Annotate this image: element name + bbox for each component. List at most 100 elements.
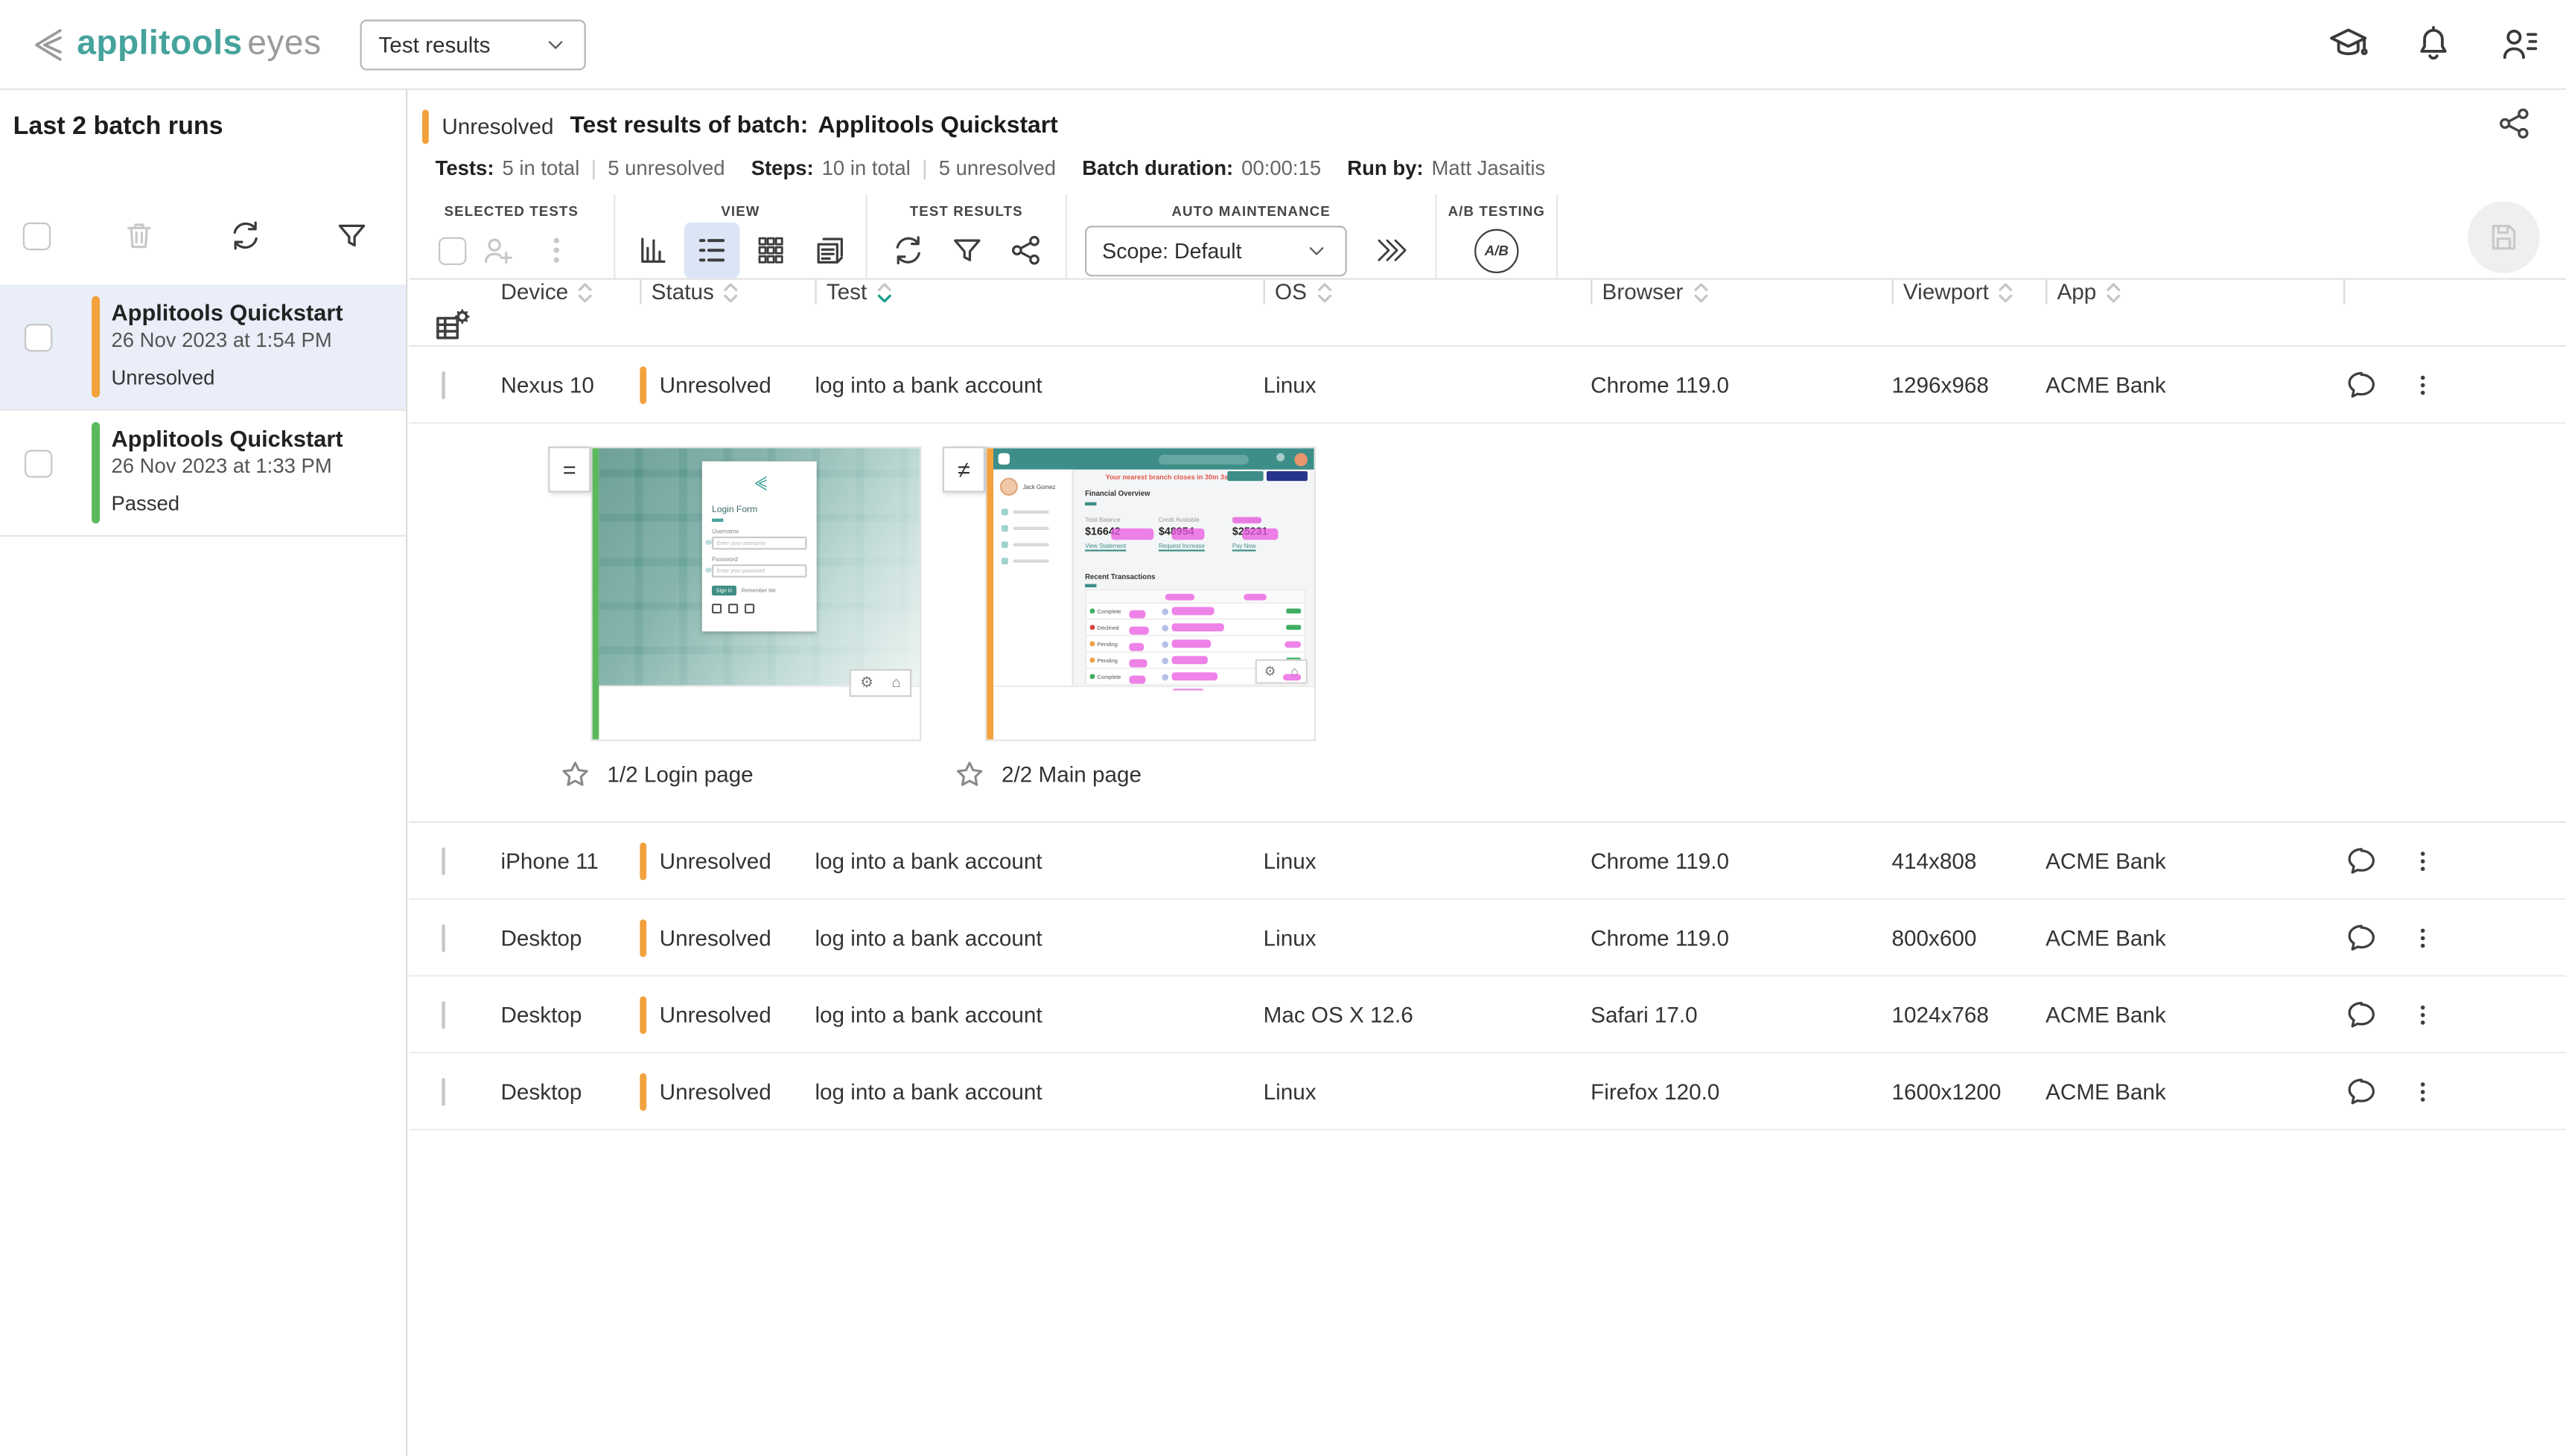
group-label: TEST RESULTS: [910, 203, 1023, 220]
cell-viewport: 1024x768: [1892, 1002, 2046, 1026]
sort-icon[interactable]: [724, 283, 739, 302]
batch-status-bar-unresolved: [92, 296, 100, 397]
column-header-browser[interactable]: Browser: [1591, 280, 1891, 305]
comment-icon[interactable]: [2343, 366, 2379, 402]
notifications-bell-icon[interactable]: [2412, 23, 2454, 66]
scope-dropdown[interactable]: Scope: Default: [1084, 225, 1346, 275]
mini-sidebar: Jack Gomez: [993, 470, 1074, 691]
filter-batches-icon[interactable]: [334, 217, 369, 253]
sort-icon-active[interactable]: [876, 283, 891, 302]
column-header-test[interactable]: Test: [815, 280, 1263, 305]
chart-view-button[interactable]: [624, 223, 680, 278]
table-row[interactable]: Desktop Unresolved log into a bank accou…: [409, 977, 2566, 1053]
mini-branch-warning: Your nearest branch closes in 30m 3s: [1088, 473, 1245, 481]
sort-icon[interactable]: [1317, 283, 1331, 302]
row-menu-kebab-icon[interactable]: [2409, 371, 2436, 398]
sort-icon[interactable]: [1693, 283, 1708, 302]
table-columns-settings-icon[interactable]: [432, 305, 471, 345]
comment-icon[interactable]: [2343, 996, 2379, 1032]
mini-make-payment-button: [1267, 471, 1308, 481]
sort-icon[interactable]: [578, 283, 593, 302]
row-menu-kebab-icon[interactable]: [2409, 846, 2436, 874]
cell-test: log into a bank account: [815, 1002, 1263, 1026]
star-icon[interactable]: [558, 758, 592, 792]
table-row[interactable]: iPhone 11 Unresolved log into a bank acc…: [409, 823, 2566, 899]
star-icon[interactable]: [952, 758, 987, 792]
toolbar-group-auto-maintenance: AUTO MAINTENANCE Scope: Default: [1067, 195, 1437, 278]
gear-icon: ⚙: [1264, 665, 1276, 678]
view-select-dropdown[interactable]: Test results: [360, 19, 586, 69]
apply-maintenance-button[interactable]: [1363, 223, 1419, 278]
toolbar-group-selected-tests: SELECTED TESTS: [409, 195, 615, 278]
grid-view-button[interactable]: [742, 223, 798, 278]
cell-app: ACME Bank: [2046, 1002, 2268, 1026]
table-row[interactable]: Desktop Unresolved log into a bank accou…: [409, 900, 2566, 977]
assign-user-button[interactable]: [470, 223, 526, 278]
select-all-tests-checkbox[interactable]: [439, 237, 466, 264]
sort-icon[interactable]: [2107, 283, 2121, 302]
batch-checkbox[interactable]: [25, 324, 52, 351]
row-checkbox[interactable]: [442, 846, 445, 874]
batch-status: Unresolved: [111, 366, 392, 389]
refresh-results-button[interactable]: [879, 223, 935, 278]
table-row[interactable]: Nexus 10 Unresolved log into a bank acco…: [409, 347, 2566, 424]
cell-os: Mac OS X 12.6: [1264, 1002, 1591, 1026]
column-header-device[interactable]: Device: [491, 280, 640, 305]
card-view-button[interactable]: [801, 223, 857, 278]
mini-avatar: [1294, 453, 1308, 466]
column-header-app[interactable]: App: [2046, 280, 2268, 305]
list-view-button[interactable]: [684, 223, 739, 278]
scope-value: Scope: Default: [1102, 238, 1241, 263]
column-header-status[interactable]: Status: [640, 280, 815, 305]
comment-icon[interactable]: [2343, 1073, 2379, 1109]
expanded-steps-panel: = Login Form Username Enter your usernam…: [409, 424, 2566, 823]
cell-os: Linux: [1264, 849, 1591, 873]
mini-main-page: Jack Gomez Your nearest branch closes in…: [993, 448, 1314, 690]
account-user-menu-icon[interactable]: [2497, 23, 2540, 66]
table-row[interactable]: Desktop Unresolved log into a bank accou…: [409, 1053, 2566, 1130]
more-actions-kebab-icon[interactable]: [529, 223, 585, 278]
step-screenshot-main[interactable]: Jack Gomez Your nearest branch closes in…: [985, 447, 1316, 741]
top-bar: applitools eyes Test results: [0, 0, 2566, 90]
cell-status: Unresolved: [640, 995, 815, 1033]
cell-device: Desktop: [491, 925, 640, 950]
batch-date: 26 Nov 2023 at 1:33 PM: [111, 455, 392, 478]
save-button-disabled[interactable]: [2468, 200, 2540, 272]
row-checkbox[interactable]: [442, 1077, 445, 1105]
batch-list-item[interactable]: Applitools Quickstart 26 Nov 2023 at 1:5…: [0, 284, 406, 410]
learn-graduation-cap-icon[interactable]: [2327, 23, 2369, 66]
refresh-batches-icon[interactable]: [227, 217, 263, 253]
ab-testing-button[interactable]: A/B: [1468, 223, 1524, 278]
sort-icon[interactable]: [1999, 283, 2013, 302]
applitools-logo[interactable]: applitools eyes: [26, 24, 321, 65]
column-header-os[interactable]: OS: [1264, 280, 1591, 305]
row-checkbox[interactable]: [442, 1000, 445, 1028]
batch-checkbox[interactable]: [25, 450, 52, 477]
mini-username-input: Enter your username: [712, 536, 806, 549]
row-checkbox[interactable]: [442, 371, 445, 398]
row-menu-kebab-icon[interactable]: [2409, 1000, 2436, 1028]
select-all-batches-checkbox[interactable]: [23, 222, 51, 249]
sidebar-title: Last 2 batch runs: [13, 113, 406, 143]
step-screenshot-login[interactable]: Login Form Username Enter your username …: [590, 447, 921, 741]
column-header-viewport[interactable]: Viewport: [1892, 280, 2046, 305]
mini-user-avatar: [1000, 478, 1018, 496]
delete-batch-trash-icon[interactable]: [121, 217, 157, 253]
comment-icon[interactable]: [2343, 843, 2379, 878]
row-menu-kebab-icon[interactable]: [2409, 924, 2436, 951]
filter-results-button[interactable]: [938, 223, 994, 278]
batch-runs-sidebar: Last 2 batch runs Applitools Quickstart …: [0, 90, 407, 1456]
logo-primary: applitools: [77, 25, 242, 64]
batch-header-title-label: Test results of batch:: [570, 113, 808, 139]
batch-status-bar: [422, 109, 429, 143]
share-results-button[interactable]: [997, 223, 1053, 278]
row-menu-kebab-icon[interactable]: [2409, 1077, 2436, 1105]
cell-status: Unresolved: [640, 365, 815, 403]
row-checkbox[interactable]: [442, 924, 445, 951]
share-batch-icon[interactable]: [2495, 105, 2533, 143]
mini-bank-logo: [999, 453, 1010, 464]
applitools-eye-icon: [26, 24, 67, 65]
comment-icon[interactable]: [2343, 919, 2379, 955]
batch-header-name: Applitools Quickstart: [818, 113, 1058, 139]
batch-list-item[interactable]: Applitools Quickstart 26 Nov 2023 at 1:3…: [0, 411, 406, 537]
